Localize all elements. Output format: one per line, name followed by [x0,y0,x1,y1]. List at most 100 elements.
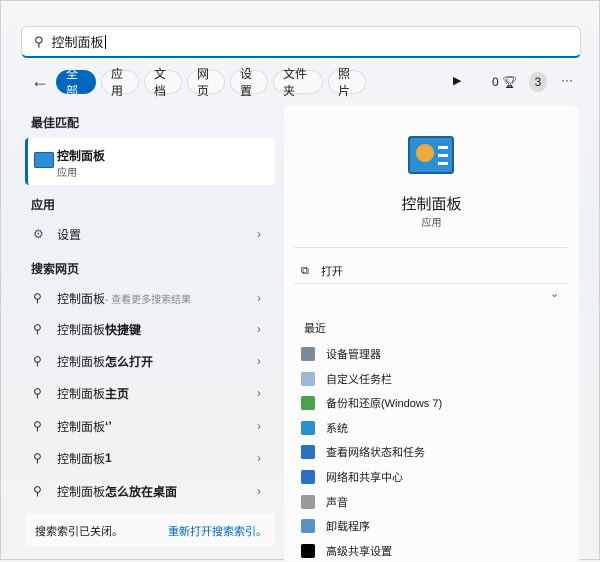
recent-header: 最近 [304,323,326,335]
chevron-right-icon: › [257,451,261,465]
recent-item-label: 系统 [326,422,348,435]
search-icon: ⚲ [33,419,42,433]
recent-item-icon [301,470,315,484]
web-result-item[interactable]: ⚲ 控制面板 - 查看更多搜索结果 › [25,283,275,313]
web-result-label: 控制面板 [57,451,106,466]
recent-item[interactable]: 设备管理器 [301,343,381,365]
chevron-right-icon: › [257,419,261,433]
best-match-title: 控制面板 [57,149,106,163]
divider [294,247,567,248]
expand-chevron-icon[interactable]: ⌄ [550,287,559,300]
web-result-item[interactable]: ⚲ 控制面板 1 › [25,443,275,473]
open-action[interactable]: ⧉ 打开 [301,263,343,279]
recent-item[interactable]: 卸载程序 [301,515,370,537]
recent-item-label: 卸载程序 [326,521,370,534]
more-options-icon[interactable]: ··· [561,73,573,87]
web-result-suffix: 怎么放在桌面 [105,484,178,499]
search-value: 控制面板 [51,35,104,50]
preview-subtitle: 应用 [421,218,442,229]
recent-item-icon [301,347,315,361]
recent-item[interactable]: 查看网络状态和任务 [301,441,425,463]
search-icon: ⚲ [33,354,42,368]
control-panel-large-icon [408,136,454,174]
open-label: 打开 [320,266,343,278]
chevron-right-icon: › [257,322,261,336]
app-label: 设置 [57,227,82,242]
web-result-item[interactable]: ⚲ 控制面板 怎么打开 › [25,346,275,376]
chevron-right-icon: › [257,354,261,368]
filter-settings[interactable]: 设置 [230,67,268,98]
search-icon: ⚲ [33,291,42,305]
chevron-right-icon: › [257,227,261,241]
recent-item-label: 声音 [326,496,348,509]
recent-item[interactable]: 备份和还原(Windows 7) [301,392,442,414]
search-icon: ⚲ [33,451,42,465]
web-result-suffix: 1 [105,451,112,465]
web-result-label: 控制面板 [57,291,106,306]
web-result-suffix: 快捷键 [105,322,142,337]
recent-item-icon [301,494,315,509]
web-result-label: 控制面板 [57,354,106,369]
recent-item[interactable]: 网络和共享中心 [301,466,403,488]
filter-folders[interactable]: 文件夹 [273,67,323,98]
web-result-item[interactable]: ⚲ 控制面板 ‘’ › [25,411,275,441]
filter-all[interactable]: 全部 [56,67,96,98]
search-index-notice: 搜索索引已关闭。 重新打开搜索索引。 [25,513,275,547]
gear-icon: ⚙ [33,227,44,241]
play-icon[interactable]: ▶ [453,74,461,87]
back-arrow-icon[interactable]: ← [31,71,49,92]
divider [294,283,567,284]
recent-item-icon [301,396,315,411]
search-icon: ⚲ [33,484,42,498]
web-result-item[interactable]: ⚲ 控制面板 怎么放在桌面 › [25,476,275,506]
web-result-suffix: - 查看更多搜索结果 [105,294,192,306]
web-result-item[interactable]: ⚲ 控制面板 快捷键 › [25,314,275,344]
recent-item-icon [301,371,315,386]
web-result-label: 控制面板 [57,322,106,337]
web-result-suffix: 怎么打开 [105,354,154,369]
recent-item[interactable]: 声音 [301,491,348,513]
recent-item[interactable]: 自定义任务栏 [301,368,392,390]
best-match-item[interactable]: 控制面板 应用 [25,138,275,185]
chevron-right-icon: › [257,291,261,305]
search-icon: ⚲ [33,322,42,336]
search-input[interactable]: ⚲ 控制面板 [21,26,581,58]
open-external-icon: ⧉ [301,264,309,277]
rewards-points[interactable]: 0 🏆︎ [492,75,517,89]
web-result-label: 控制面板 [57,386,106,401]
recent-item-label: 自定义任务栏 [326,373,392,386]
recent-item-label: 查看网络状态和任务 [326,447,425,460]
recent-item-icon [301,420,315,435]
points-count: 0 [492,75,499,89]
best-match-header: 最佳匹配 [31,116,80,130]
recent-item-label: 备份和还原(Windows 7) [326,398,443,411]
recent-item[interactable]: 高级共享设置 [301,540,392,562]
filter-web[interactable]: 网页 [187,67,225,98]
search-window: ⚲ 控制面板 ← 全部 应用 文档 网页 设置 文件夹 照片 ▶ 0 🏆︎ 3 … [0,0,600,562]
web-header: 搜索网页 [31,262,80,276]
control-panel-icon [34,152,54,168]
filter-photos[interactable]: 照片 [328,67,366,98]
recent-item-icon [301,519,315,534]
recent-item-label: 高级共享设置 [326,545,392,558]
recent-item-icon [301,445,315,460]
recent-item-label: 设备管理器 [326,349,381,361]
trophy-icon: 🏆︎ [502,75,518,89]
web-result-label: 控制面板 [57,419,106,434]
best-match-subtitle: 应用 [57,168,77,179]
search-icon: ⚲ [33,386,42,400]
app-item-settings[interactable]: ⚙ 设置 › [25,219,275,249]
recent-item-icon [301,543,315,558]
search-icon: ⚲ [34,33,44,49]
reopen-index-link[interactable]: 重新打开搜索索引。 [168,523,267,539]
preview-title: 控制面板 [401,196,462,213]
web-result-item[interactable]: ⚲ 控制面板 主页 › [25,378,275,408]
recent-item[interactable]: 系统 [301,417,348,439]
chevron-right-icon: › [257,386,261,400]
filter-documents[interactable]: 文档 [144,67,182,98]
filter-apps[interactable]: 应用 [101,67,139,98]
account-badge[interactable]: 3 [529,72,547,92]
web-result-suffix: ‘’ [105,419,112,433]
index-closed-text: 搜索索引已关闭。 [35,526,123,538]
recent-item-label: 网络和共享中心 [326,472,403,484]
